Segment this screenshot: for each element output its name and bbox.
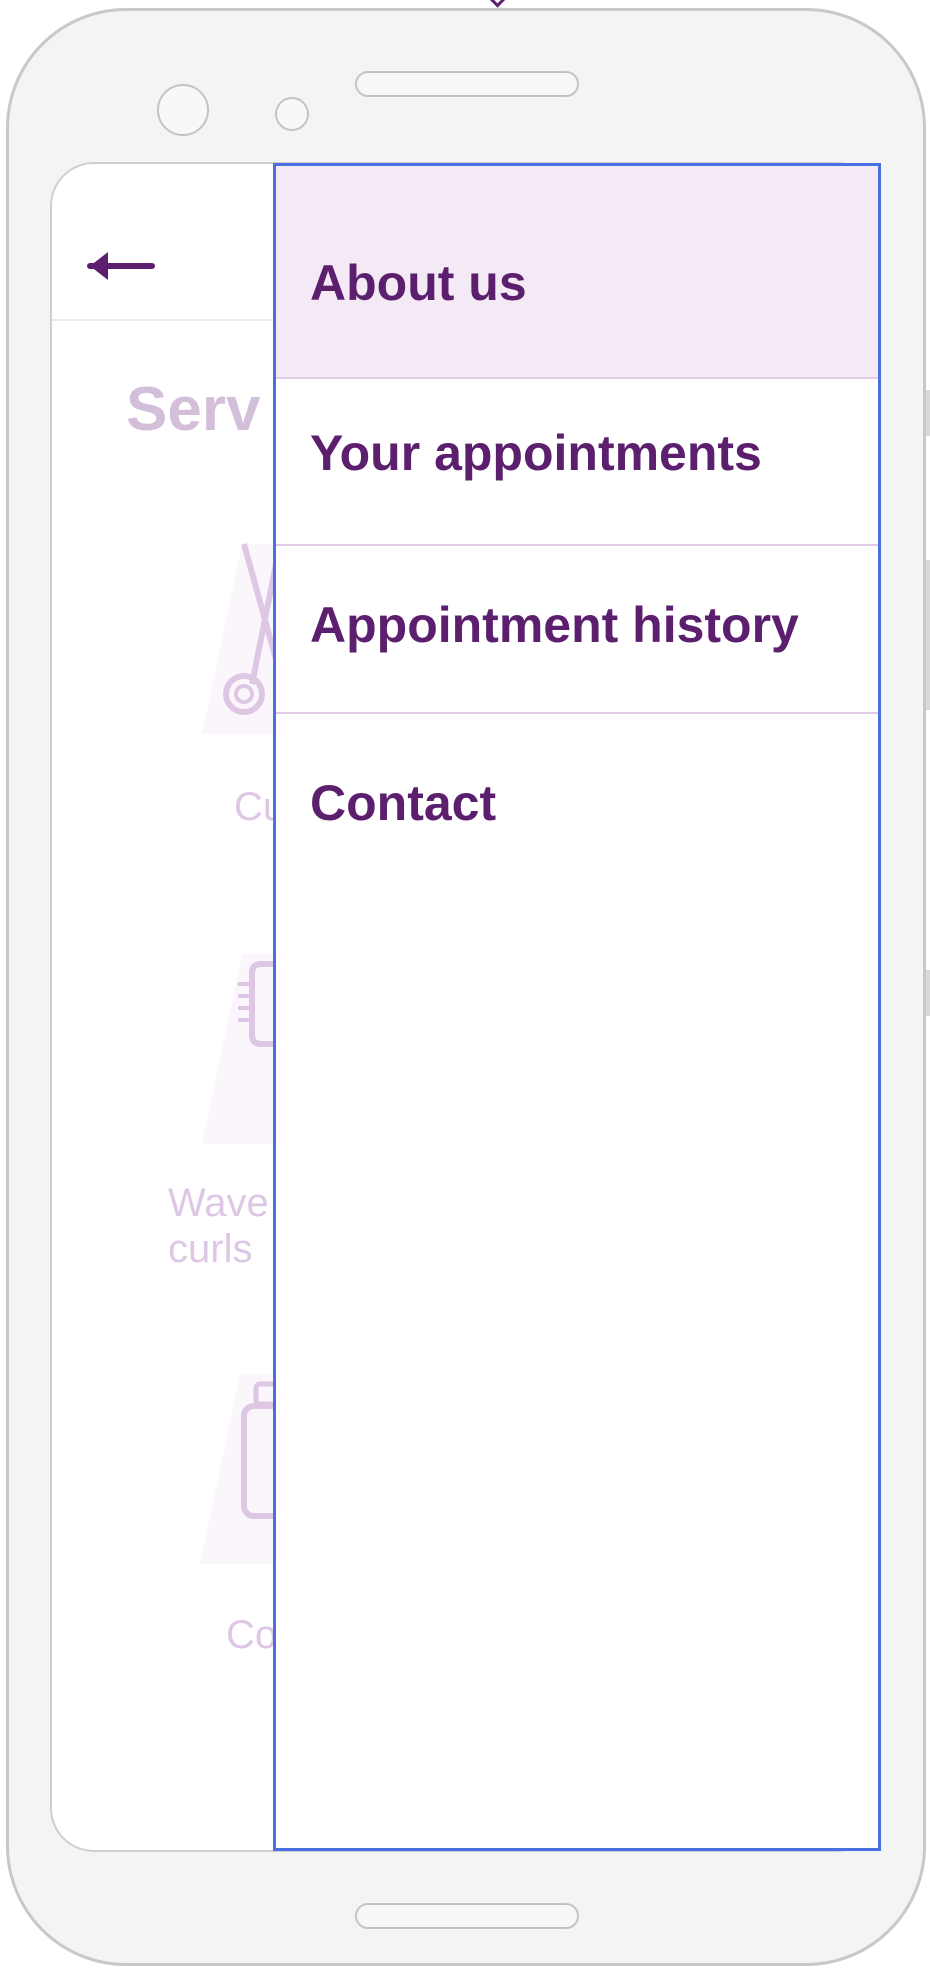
- bottom-speaker: [355, 1903, 579, 1929]
- navigation-drawer: About us Your appointments Appointment h…: [273, 163, 881, 1851]
- side-button: [926, 560, 930, 710]
- menu-item-appointment-history[interactable]: Appointment history: [276, 546, 878, 714]
- side-button: [926, 390, 930, 436]
- menu-item-label: Contact: [310, 775, 497, 831]
- page-title: Serv: [126, 375, 261, 444]
- app-viewport: Serv Cu Wave curls Co About us Your appo…: [0, 0, 930, 1971]
- side-button: [926, 970, 930, 1016]
- menu-item-about-us[interactable]: About us: [276, 166, 878, 379]
- menu-item-label: About us: [310, 255, 527, 311]
- front-camera: [157, 84, 209, 136]
- sensor: [275, 97, 309, 131]
- menu-item-label: Appointment history: [310, 597, 799, 653]
- menu-item-contact[interactable]: Contact: [276, 714, 878, 884]
- service-label: Co: [226, 1613, 278, 1657]
- menu-item-label: Your appointments: [310, 425, 762, 481]
- menu-item-your-appointments[interactable]: Your appointments: [276, 379, 878, 546]
- service-label: Wave curls: [168, 1181, 269, 1271]
- down-arrow-icon: [489, 0, 506, 8]
- top-speaker: [355, 71, 579, 97]
